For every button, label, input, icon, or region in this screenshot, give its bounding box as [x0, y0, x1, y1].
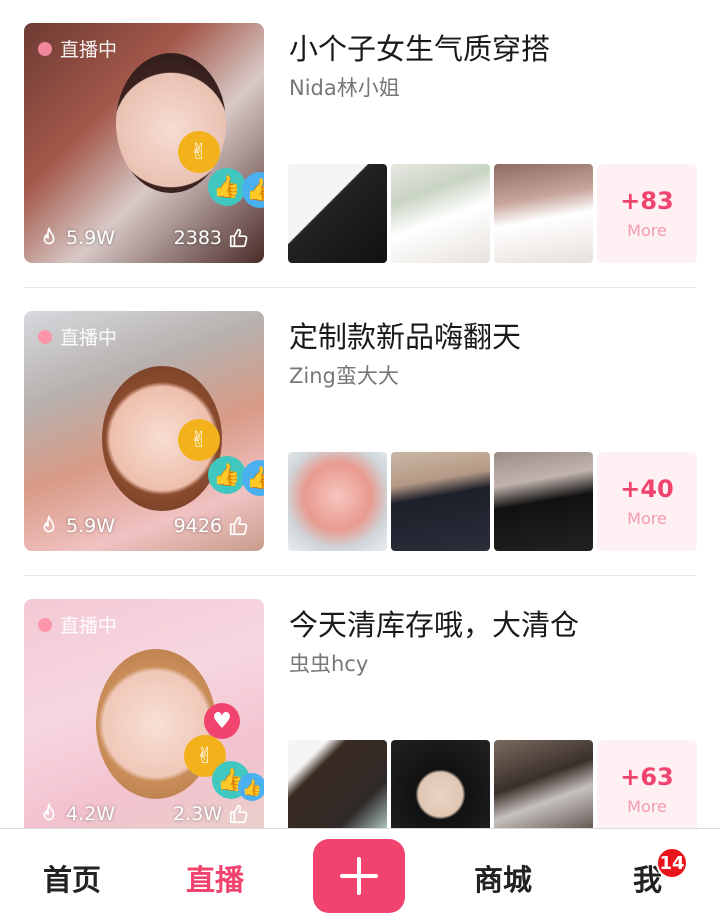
thumbs-up-icon: 👍	[208, 168, 246, 206]
live-card[interactable]: 直播中 ✌ 👍 👍 5.9W 2383 小个子女生气质穿搭 Nida林小姐 +8…	[0, 0, 720, 288]
live-badge-label: 直播中	[60, 39, 118, 61]
live-card[interactable]: 直播中 ✌ 👍 👍 5.9W 9426 定制款新品嗨翻天 Zing蛮大大 +40…	[0, 288, 720, 576]
more-label: More	[627, 509, 667, 528]
more-count: +40	[620, 475, 674, 503]
product-strip: +40 More	[288, 452, 697, 551]
thumbs-up-icon: 👍	[242, 460, 264, 496]
live-dot-icon	[38, 329, 52, 344]
tab-live[interactable]: 直播	[186, 857, 244, 899]
live-dot-icon	[38, 41, 52, 56]
stream-title[interactable]: 定制款新品嗨翻天	[289, 314, 521, 356]
victory-hand-icon: ✌	[178, 419, 220, 461]
view-count: 4.2W	[38, 803, 115, 825]
product-thumbnail[interactable]	[391, 164, 490, 263]
product-thumbnail[interactable]	[288, 164, 387, 263]
heart-icon: ♥	[204, 703, 240, 739]
live-badge: 直播中	[38, 35, 117, 62]
more-products-button[interactable]: +83 More	[597, 164, 697, 263]
product-thumbnail[interactable]	[391, 740, 490, 828]
view-count: 5.9W	[38, 515, 115, 537]
more-label: More	[627, 221, 667, 240]
more-products-button[interactable]: +63 More	[597, 740, 697, 828]
create-live-button[interactable]	[313, 839, 405, 913]
fire-icon	[43, 803, 55, 821]
thumbs-up-icon	[229, 228, 248, 248]
fire-icon	[43, 227, 55, 245]
product-strip: +63 More	[288, 740, 697, 828]
like-count: 2383	[174, 227, 250, 249]
streamer-photo	[96, 649, 216, 799]
bottom-tab-bar: 首页 直播 商城 我 14	[0, 828, 720, 924]
tab-mall[interactable]: 商城	[474, 857, 532, 899]
view-count: 5.9W	[38, 227, 115, 249]
live-feed[interactable]: 直播中 ✌ 👍 👍 5.9W 2383 小个子女生气质穿搭 Nida林小姐 +8…	[0, 0, 720, 828]
live-thumbnail[interactable]: 直播中 ✌ 👍 👍 5.9W 9426	[24, 311, 264, 551]
product-thumbnail[interactable]	[391, 452, 490, 551]
host-name[interactable]: Nida林小姐	[289, 72, 400, 102]
live-card[interactable]: 直播中 ♥ ✌ 👍 👍 4.2W 2.3W 今天清库存哦，大清仓 虫虫hcy +…	[0, 576, 720, 828]
plus-icon	[340, 857, 378, 895]
thumbs-up-icon	[229, 516, 248, 536]
thumbs-up-icon	[229, 804, 248, 824]
product-thumbnail[interactable]	[288, 740, 387, 828]
thumbs-up-icon: 👍	[238, 773, 264, 801]
host-name[interactable]: 虫虫hcy	[289, 648, 368, 678]
live-dot-icon	[38, 617, 52, 632]
product-thumbnail[interactable]	[494, 452, 593, 551]
live-badge: 直播中	[38, 323, 117, 350]
streamer-photo	[116, 53, 226, 193]
fire-icon	[43, 515, 55, 533]
live-badge-label: 直播中	[60, 615, 118, 637]
product-thumbnail[interactable]	[494, 164, 593, 263]
thumbs-up-icon: 👍	[208, 456, 246, 494]
live-thumbnail[interactable]: 直播中 ♥ ✌ 👍 👍 4.2W 2.3W	[24, 599, 264, 828]
tab-home[interactable]: 首页	[43, 857, 101, 899]
more-products-button[interactable]: +40 More	[597, 452, 697, 551]
live-badge-label: 直播中	[60, 327, 118, 349]
host-name[interactable]: Zing蛮大大	[289, 360, 399, 390]
thumbs-up-icon: 👍	[242, 172, 264, 208]
product-strip: +83 More	[288, 164, 697, 263]
more-count: +63	[620, 763, 674, 791]
stream-title[interactable]: 今天清库存哦，大清仓	[289, 602, 579, 644]
victory-hand-icon: ✌	[178, 131, 220, 173]
notification-badge: 14	[656, 847, 688, 879]
like-count: 2.3W	[173, 803, 250, 825]
product-thumbnail[interactable]	[494, 740, 593, 828]
live-badge: 直播中	[38, 611, 117, 638]
like-count: 9426	[174, 515, 250, 537]
stream-title[interactable]: 小个子女生气质穿搭	[289, 26, 550, 68]
more-count: +83	[620, 187, 674, 215]
live-thumbnail[interactable]: 直播中 ✌ 👍 👍 5.9W 2383	[24, 23, 264, 263]
product-thumbnail[interactable]	[288, 452, 387, 551]
more-label: More	[627, 797, 667, 816]
